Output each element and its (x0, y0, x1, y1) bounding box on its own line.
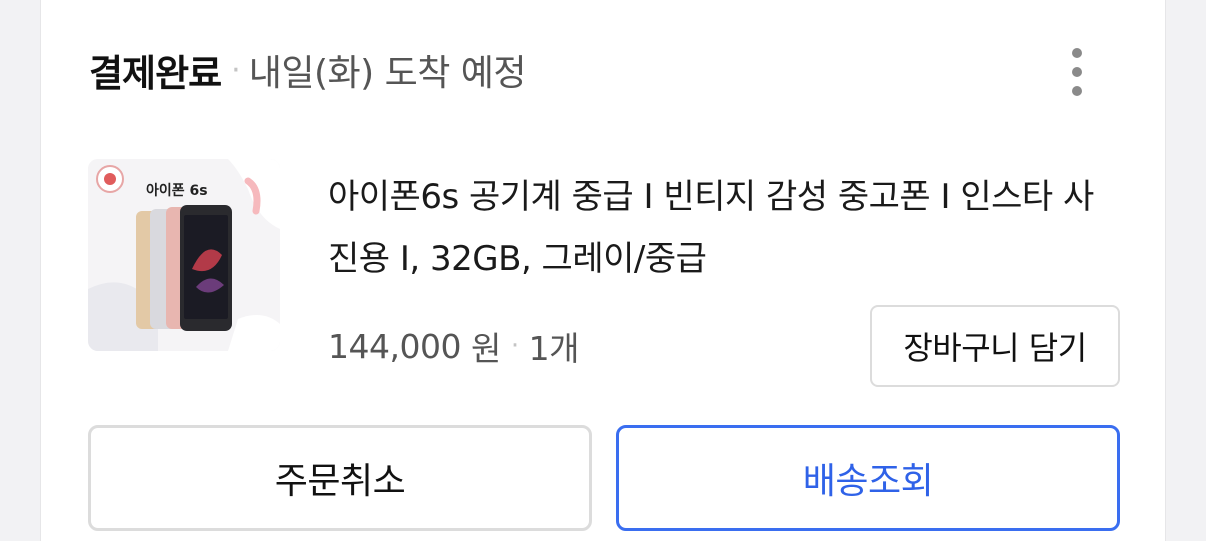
price-row: 144,000 원 · 1개 (328, 322, 579, 370)
product-title[interactable]: 아이폰6s 공기계 중급 I 빈티지 감성 중고폰 I 인스타 사진용 I, 3… (328, 166, 1118, 290)
more-options-icon[interactable] (1062, 46, 1092, 98)
order-status: 결제완료 (89, 52, 222, 95)
thumbnail-label: 아이폰 6s (146, 182, 208, 199)
separator-dot: · (231, 52, 241, 88)
more-dot (1072, 86, 1082, 96)
add-to-cart-button[interactable]: 장바구니 담기 (870, 305, 1120, 387)
delivery-eta: 내일(화) 도착 예정 (248, 53, 527, 94)
cancel-order-button[interactable]: 주문취소 (88, 425, 592, 531)
product-quantity: 1개 (528, 329, 580, 368)
order-card: 결제완료 · 내일(화) 도착 예정 아이폰 6s 아이폰6s 공기계 중급 I… (40, 0, 1166, 541)
separator-dot: · (510, 331, 519, 361)
more-dot (1072, 67, 1082, 77)
product-price: 144,000 (328, 326, 461, 366)
order-header: 결제완료 · 내일(화) 도착 예정 (89, 44, 527, 96)
product-image: 아이폰 6s (88, 159, 280, 351)
product-thumbnail[interactable]: 아이폰 6s (88, 159, 280, 351)
currency-label: 원 (470, 329, 501, 368)
track-delivery-button[interactable]: 배송조회 (616, 425, 1120, 531)
more-dot (1072, 48, 1082, 58)
